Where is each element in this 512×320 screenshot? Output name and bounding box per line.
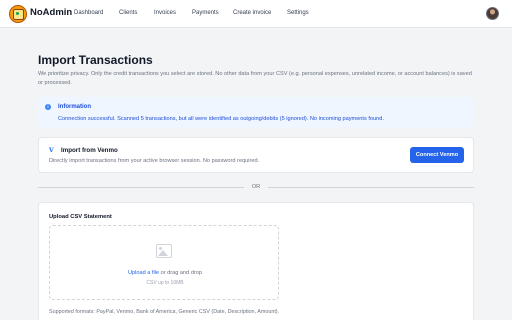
info-title: Information: [58, 104, 91, 110]
upload-instructions: Upload a file or drag and drop: [50, 270, 280, 276]
upload-csv-label: Upload CSV Statement: [49, 214, 112, 220]
info-icon: i: [45, 104, 51, 110]
divider-left: [38, 187, 244, 188]
file-dropzone[interactable]: Upload a file or drag and drop CSV up to…: [49, 225, 279, 300]
upload-size-limit: CSV up to 10MB: [146, 280, 184, 286]
csv-upload-card: Upload CSV Statement Upload a file or dr…: [38, 202, 474, 320]
upload-file-link[interactable]: Upload a file: [128, 270, 159, 276]
info-alert: i Information Connection successful. Sca…: [38, 97, 474, 128]
supported-formats: Supported formats: PayPal, Venmo, Bank o…: [49, 309, 280, 315]
top-navbar: NoAdmin Dashboard Clients Invoices Payme…: [0, 0, 512, 28]
nav-payments[interactable]: Payments: [192, 10, 219, 16]
brand-logo-icon[interactable]: [9, 5, 27, 23]
drag-drop-text: or drag and drop: [159, 270, 203, 276]
brand-name[interactable]: NoAdmin: [30, 7, 72, 18]
nav-dashboard[interactable]: Dashboard: [74, 10, 103, 16]
or-divider-label: OR: [251, 184, 261, 190]
nav-create-invoice[interactable]: Create invoice: [233, 10, 271, 16]
nav-invoices[interactable]: Invoices: [154, 10, 176, 16]
info-message: Connection successful. Scanned 5 transac…: [58, 116, 384, 122]
image-upload-icon: [156, 244, 172, 258]
connect-venmo-button[interactable]: Connect Venmo: [410, 147, 464, 163]
venmo-title: Import from Venmo: [61, 147, 118, 154]
venmo-icon: v: [49, 144, 54, 154]
nav-clients[interactable]: Clients: [119, 10, 137, 16]
page-title: Import Transactions: [38, 53, 153, 67]
privacy-note: We prioritize privacy. Only the credit t…: [38, 71, 472, 86]
venmo-description: Directly import transactions from your a…: [49, 158, 260, 164]
user-avatar[interactable]: [486, 7, 499, 20]
venmo-import-card: v Import from Venmo Directly import tran…: [38, 137, 474, 173]
divider-right: [268, 187, 474, 188]
nav-settings[interactable]: Settings: [287, 10, 309, 16]
